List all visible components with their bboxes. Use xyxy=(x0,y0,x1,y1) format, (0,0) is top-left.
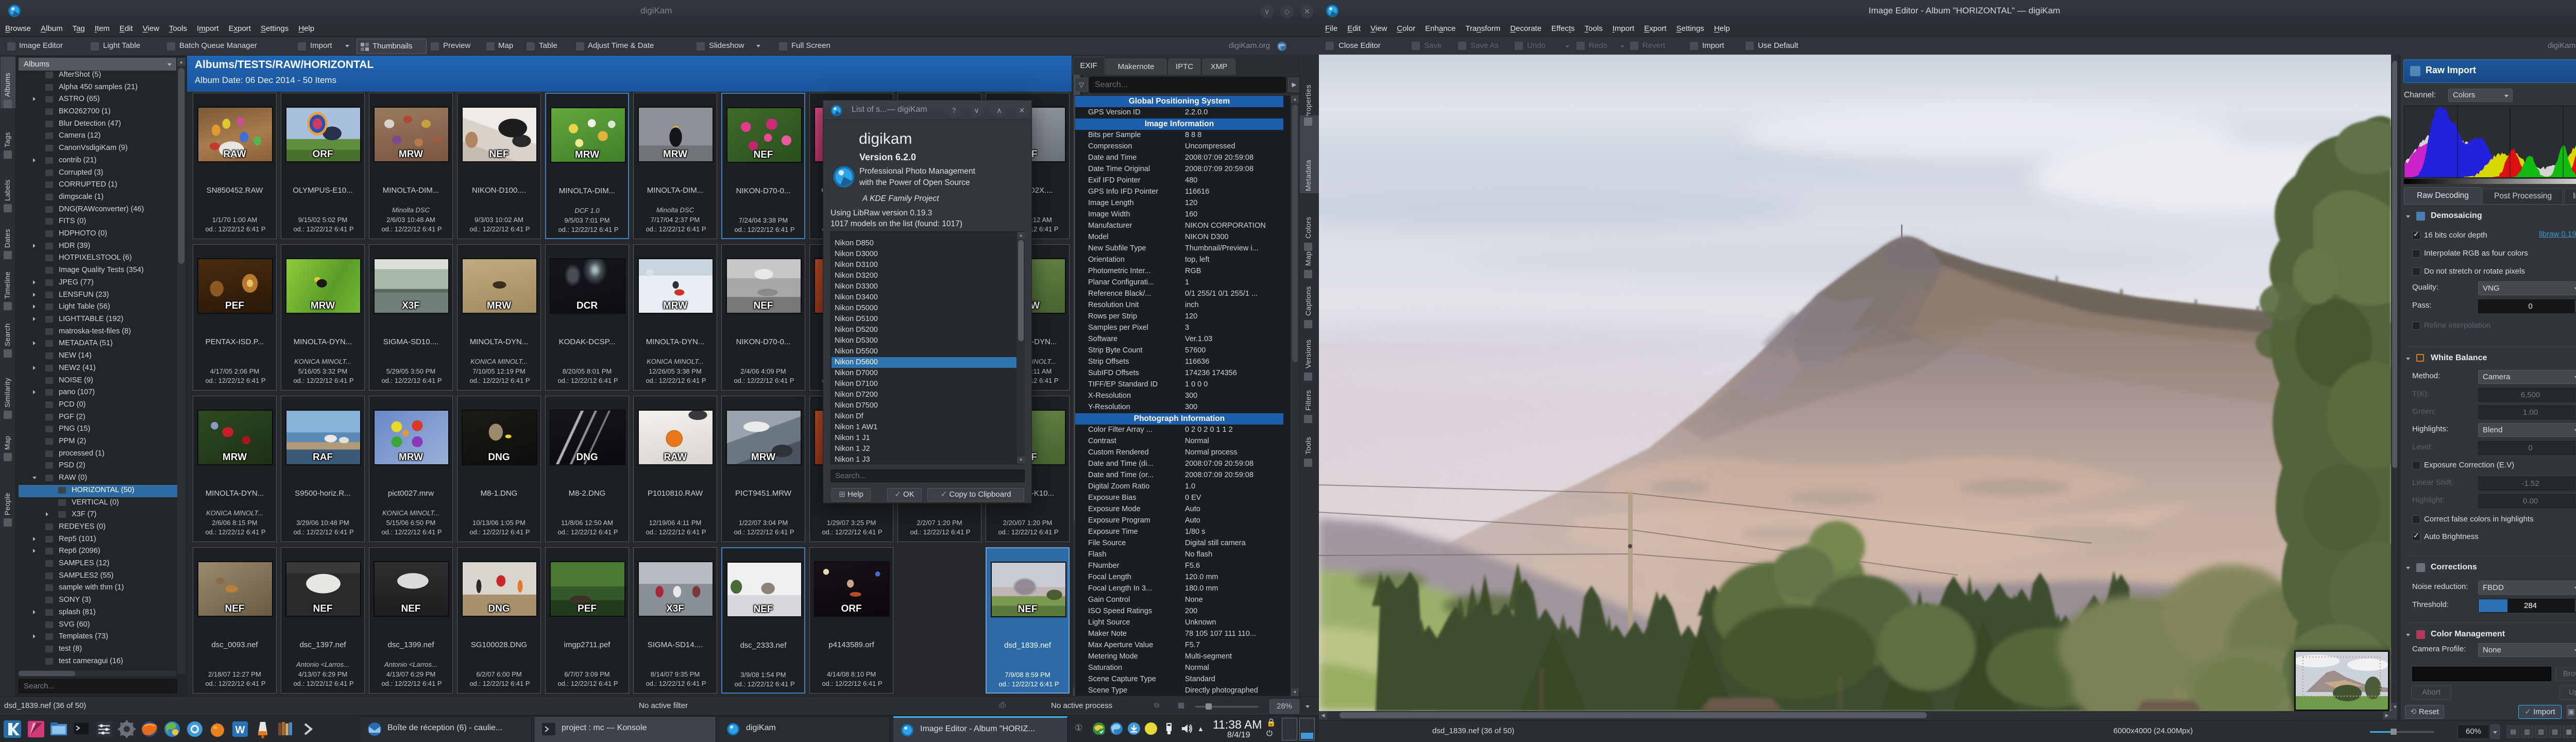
svg-text:W: W xyxy=(235,724,245,736)
